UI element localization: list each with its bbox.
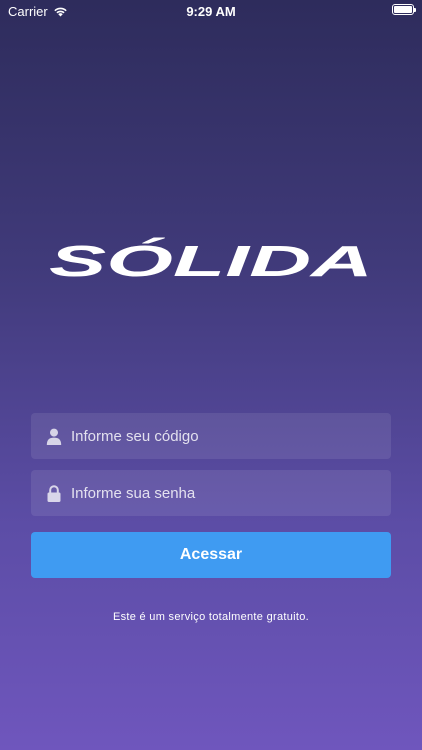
brand-logo-text: SÓLIDA <box>49 236 373 280</box>
code-input[interactable] <box>71 413 391 459</box>
user-icon <box>45 427 63 445</box>
battery-fill <box>394 6 412 13</box>
battery-icon <box>392 4 416 15</box>
status-time: 9:29 AM <box>186 4 236 19</box>
status-bar: Carrier 9:29 AM <box>0 0 422 22</box>
status-right <box>392 4 416 15</box>
password-input[interactable] <box>71 470 391 516</box>
login-button[interactable]: Acessar <box>31 532 391 578</box>
footer-note: Este é um serviço totalmente gratuito. <box>112 611 310 623</box>
lock-icon <box>45 484 63 502</box>
brand-logo: SÓLIDA <box>46 232 376 280</box>
code-field[interactable] <box>31 413 391 459</box>
password-field[interactable] <box>31 470 391 516</box>
